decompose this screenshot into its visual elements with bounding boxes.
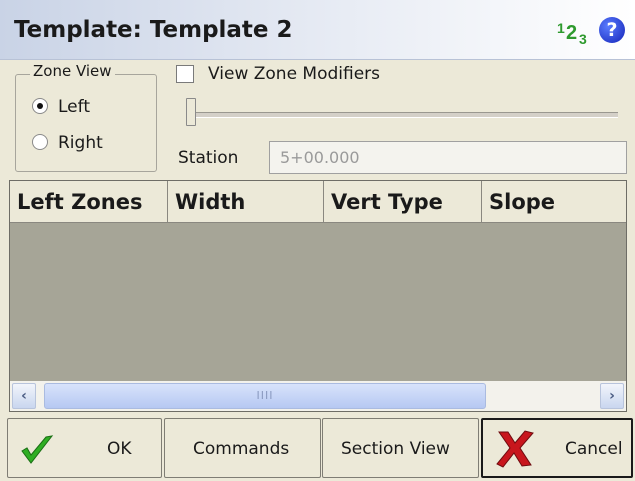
check-icon (21, 435, 54, 464)
radio-right-label[interactable]: Right (58, 133, 103, 153)
zone-view-legend: Zone View (30, 62, 115, 80)
scroll-left-button[interactable]: ‹ (12, 383, 36, 409)
scrollbar-thumb[interactable]: IIII (44, 383, 486, 409)
scroll-right-button[interactable]: › (600, 383, 624, 409)
radio-right[interactable] (32, 134, 48, 150)
table-header: Left Zones Width Vert Type Slope (10, 181, 626, 223)
zones-table[interactable]: Left Zones Width Vert Type Slope ‹ IIII … (9, 180, 627, 412)
help-icon[interactable]: ? (599, 17, 625, 43)
station-slider-track[interactable] (186, 112, 618, 118)
ok-button[interactable]: OK (7, 418, 162, 478)
column-header-vert-type[interactable]: Vert Type (324, 181, 482, 223)
cancel-button[interactable]: Cancel (481, 418, 633, 478)
radio-left[interactable] (32, 98, 48, 114)
station-label: Station (178, 148, 239, 168)
cancel-x-icon (496, 430, 534, 468)
cancel-label: Cancel (565, 439, 623, 459)
ok-label: OK (107, 439, 132, 459)
station-field: 5+00.000 (269, 141, 627, 174)
column-header-width[interactable]: Width (168, 181, 324, 223)
section-view-button[interactable]: Section View (322, 418, 479, 478)
column-header-left-zones[interactable]: Left Zones (10, 181, 168, 223)
view-zone-modifiers-checkbox[interactable] (176, 65, 194, 83)
title-bar: Template: Template 2 123 ? (0, 0, 635, 60)
commands-button[interactable]: Commands (164, 418, 321, 478)
numeric-input-icon[interactable]: 123 (557, 18, 593, 47)
column-header-slope[interactable]: Slope (482, 181, 626, 223)
view-zone-modifiers-label[interactable]: View Zone Modifiers (208, 64, 380, 84)
horizontal-scrollbar[interactable]: ‹ IIII › (10, 381, 626, 411)
window-title: Template: Template 2 (14, 17, 293, 43)
zone-view-group (15, 74, 157, 172)
section-view-label: Section View (341, 439, 450, 459)
radio-left-label[interactable]: Left (58, 97, 90, 117)
commands-label: Commands (193, 439, 290, 459)
station-slider-thumb[interactable] (186, 98, 196, 126)
